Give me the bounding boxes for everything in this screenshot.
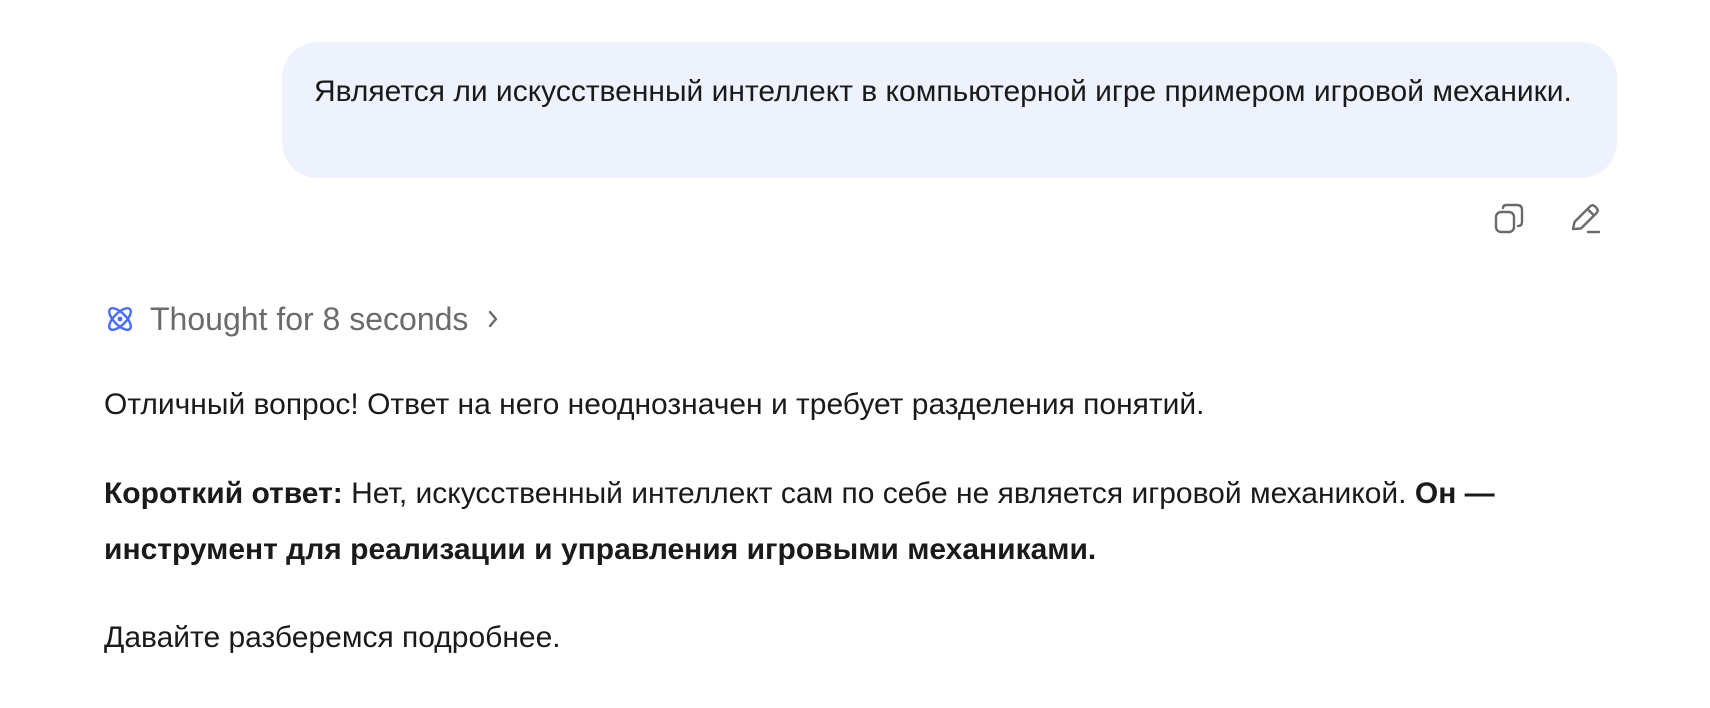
thought-label: Thought for 8 seconds — [150, 300, 469, 337]
thought-toggle[interactable]: Thought for 8 seconds — [104, 297, 504, 341]
short-answer-body: Нет, искусственный интеллект сам по себе… — [342, 477, 1415, 510]
answer-intro-text: Отличный вопрос! Ответ на него неоднозна… — [104, 388, 1205, 421]
answer-paragraph-short-answer: Короткий ответ: Нет, искусственный интел… — [104, 466, 1619, 578]
user-message-text: Является ли искусственный интеллект в ко… — [314, 75, 1572, 108]
copy-icon — [1494, 203, 1524, 234]
edit-icon — [1571, 204, 1601, 234]
copy-button[interactable] — [1490, 200, 1528, 238]
atom-icon — [104, 303, 136, 335]
answer-outro-text: Давайте разберемся подробнее. — [104, 621, 561, 654]
chevron-right-icon — [482, 308, 504, 330]
message-actions — [1490, 200, 1604, 238]
edit-button[interactable] — [1566, 200, 1604, 238]
user-message-bubble: Является ли искусственный интеллект в ко… — [282, 42, 1617, 178]
short-answer-lead: Короткий ответ: — [104, 477, 343, 510]
answer-paragraph-intro: Отличный вопрос! Ответ на него неоднозна… — [104, 383, 1619, 427]
answer-paragraph-outro: Давайте разберемся подробнее. — [104, 616, 1619, 660]
